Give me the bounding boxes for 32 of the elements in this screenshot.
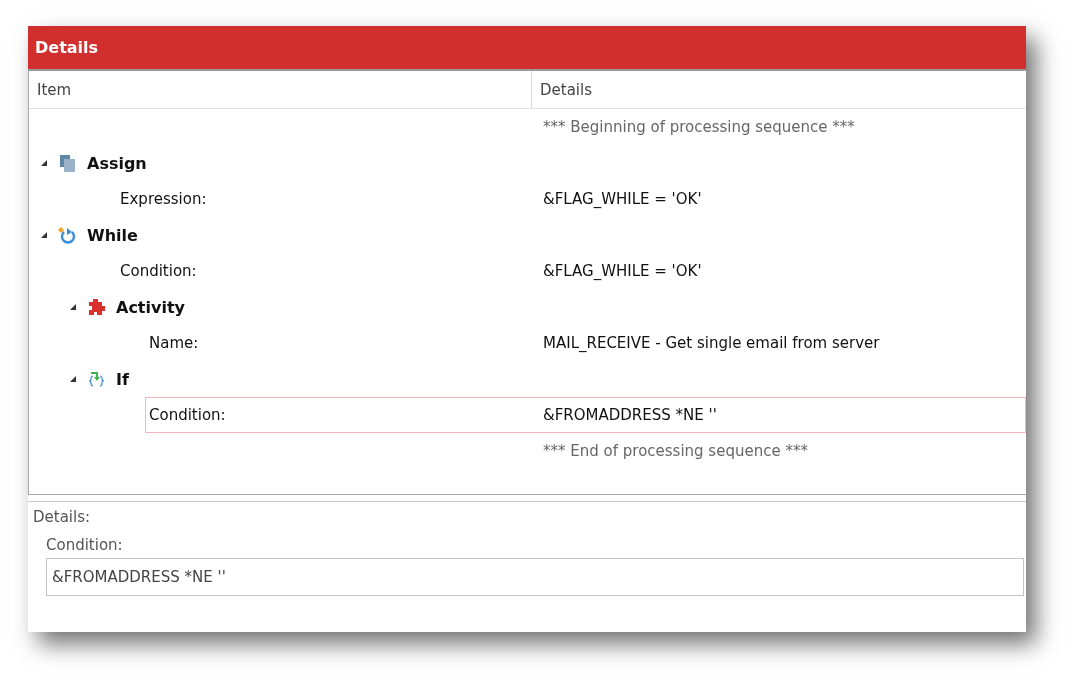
sequence-marker: *** End of processing sequence *** bbox=[543, 442, 808, 460]
tree-node-label: If bbox=[116, 369, 129, 389]
loop-arrow-icon bbox=[58, 226, 76, 244]
copy-icon bbox=[58, 154, 76, 172]
property-label: Name: bbox=[149, 334, 199, 352]
collapse-triangle-icon[interactable] bbox=[40, 231, 48, 239]
tree-node-label: Assign bbox=[87, 153, 147, 173]
braces-icon bbox=[87, 370, 105, 388]
column-header[interactable]: Item bbox=[29, 71, 532, 108]
tree-node-label: While bbox=[87, 225, 138, 245]
tree-row[interactable]: Condition: &FROMADDRESS *NE '' bbox=[145, 397, 1026, 433]
puzzle-icon bbox=[87, 298, 105, 316]
collapse-triangle-icon[interactable] bbox=[69, 303, 77, 311]
panel-title: Details bbox=[35, 38, 99, 57]
property-value: MAIL_RECEIVE - Get single email from server bbox=[543, 334, 880, 352]
condition-field[interactable]: &FROMADDRESS *NE '' bbox=[46, 558, 1024, 596]
collapse-triangle-icon[interactable] bbox=[40, 159, 48, 167]
property-value: &FLAG_WHILE = 'OK' bbox=[543, 262, 702, 280]
property-label: Condition: bbox=[149, 406, 226, 424]
collapse-triangle-icon[interactable] bbox=[69, 375, 77, 383]
column-header[interactable]: Details bbox=[532, 71, 1026, 108]
field-label: Condition: bbox=[46, 536, 124, 556]
property-label: Condition: bbox=[120, 262, 197, 280]
tree-node-label: Activity bbox=[116, 297, 185, 317]
property-value: &FROMADDRESS *NE '' bbox=[543, 406, 717, 424]
property-value: &FLAG_WHILE = 'OK' bbox=[543, 190, 702, 208]
tree-row[interactable]: Name: MAIL_RECEIVE - Get single email from server bbox=[145, 325, 1026, 361]
property-label: Expression: bbox=[120, 190, 207, 208]
tree-row[interactable]: Condition: &FLAG_WHILE = 'OK' bbox=[116, 253, 1026, 289]
tree-row[interactable]: Expression: &FLAG_WHILE = 'OK' bbox=[116, 181, 1026, 217]
section-label: Details: bbox=[33, 508, 92, 528]
sequence-marker: *** Beginning of processing sequence *** bbox=[543, 118, 855, 136]
